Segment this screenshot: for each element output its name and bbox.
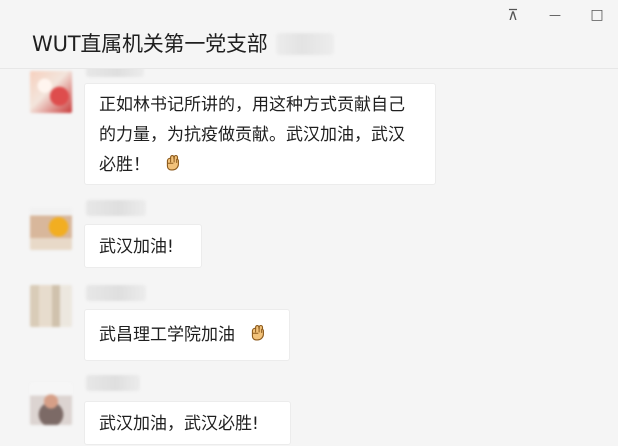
fist-icon <box>246 321 268 343</box>
window-controls <box>502 7 608 23</box>
avatar[interactable] <box>30 71 72 113</box>
message-bubble: 武汉加油，武汉必胜! <box>84 401 291 445</box>
member-count: ( ) <box>275 33 334 55</box>
message-text: 武汉加油，武汉必胜! <box>99 414 259 434</box>
message-text: 武昌理工学院加油 <box>99 325 235 345</box>
avatar[interactable] <box>30 285 72 327</box>
title-group: WUT直属机关第一党支部 ( ) <box>32 30 334 58</box>
message-list[interactable]: 正如林书记所讲的，用这种方式贡献自己的力量，为抗疫做贡献。武汉加油，武汉必胜！ … <box>0 69 618 446</box>
chat-header: WUT直属机关第一党支部 ( ) <box>0 0 618 69</box>
message-bubble: 正如林书记所讲的，用这种方式贡献自己的力量，为抗疫做贡献。武汉加油，武汉必胜！ <box>84 83 436 185</box>
sender-name <box>86 285 146 301</box>
chat-window: WUT直属机关第一党支部 ( ) 正如林书记所讲的，用这种方式贡献自己的力量，为… <box>0 0 618 446</box>
message-text: 武汉加油! <box>99 237 174 257</box>
chat-title: WUT直属机关第一党支部 <box>32 32 268 56</box>
fist-icon <box>161 151 183 173</box>
message-text: 正如林书记所讲的，用这种方式贡献自己的力量，为抗疫做贡献。武汉加油，武汉必胜！ <box>99 95 405 175</box>
sender-name <box>86 69 144 77</box>
avatar[interactable] <box>30 383 72 425</box>
avatar[interactable] <box>30 208 72 250</box>
message-bubble: 武汉加油! <box>84 224 202 268</box>
sender-name <box>86 375 140 391</box>
minimize-icon[interactable] <box>544 7 566 23</box>
maximize-icon[interactable] <box>586 7 608 23</box>
sender-name <box>86 200 146 216</box>
pin-icon[interactable] <box>502 7 524 23</box>
message-bubble: 武昌理工学院加油 <box>84 309 290 361</box>
